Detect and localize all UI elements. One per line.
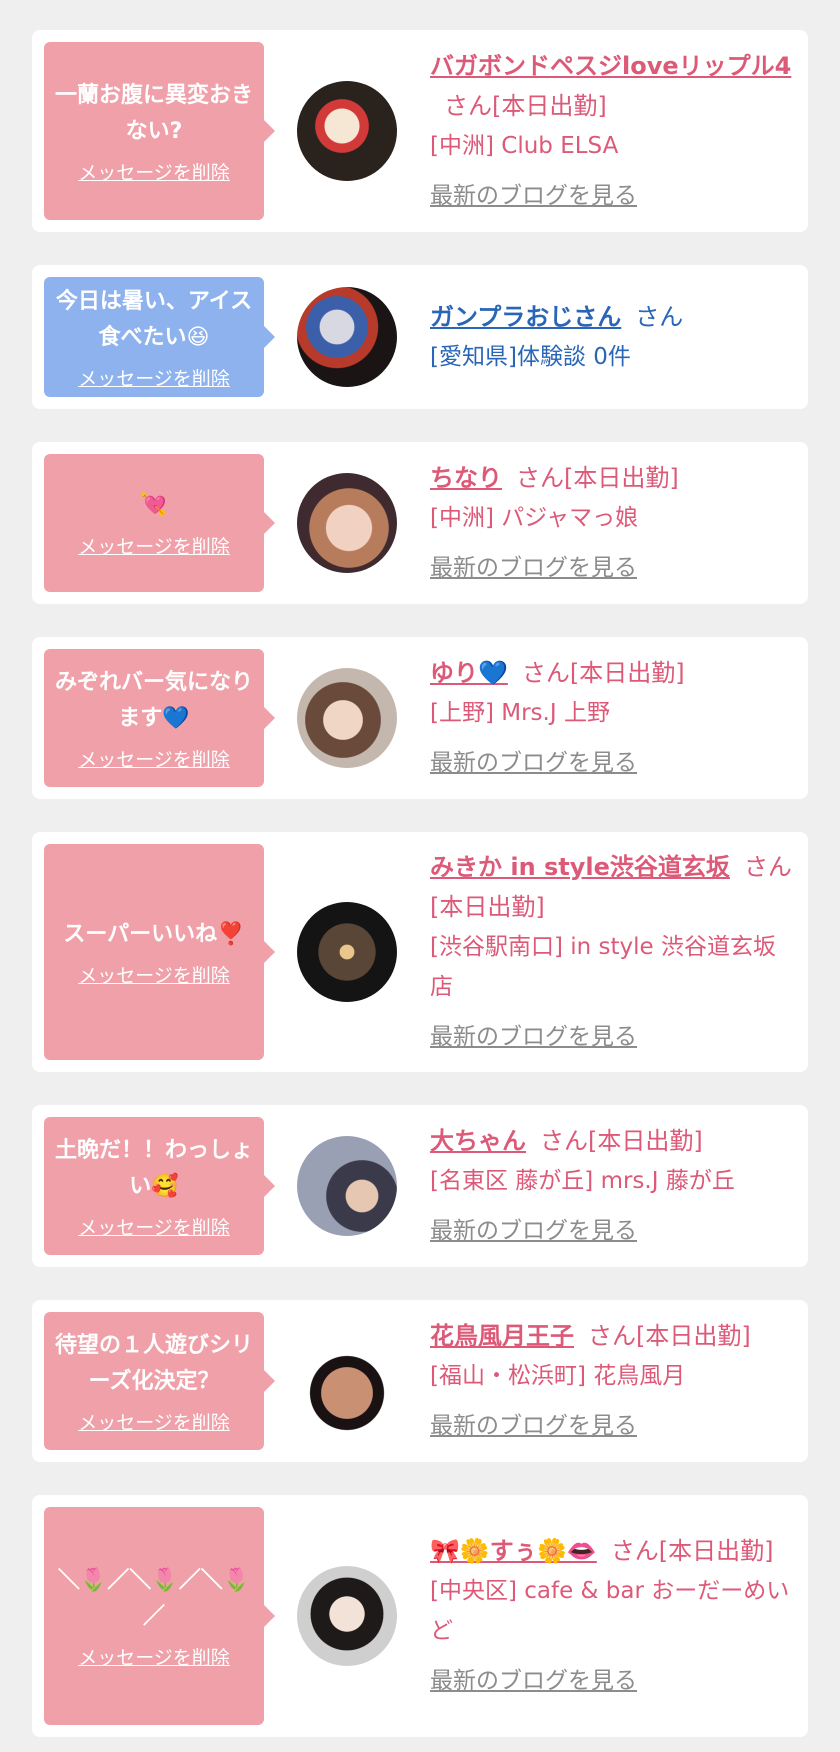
shop-name: [中央区] cafe & bar おーだーめいど: [430, 1578, 790, 1644]
message-text: みぞれバー気になります💙: [54, 669, 253, 731]
avatar[interactable]: [297, 1331, 397, 1431]
profile-name-link[interactable]: 大ちゃん: [430, 1127, 526, 1155]
latest-blog-link[interactable]: 最新のブログを見る: [430, 1406, 637, 1446]
list-item: 土晩だ！！わっしょい🥰 メッセージを削除 大ちゃん さん[本日出勤] [名東区 藤…: [32, 1105, 808, 1267]
shop-name: [上野] Mrs.J 上野: [430, 700, 610, 726]
profile-info: 🎀🌼すぅ🌼👄 さん[本日出勤] [中央区] cafe & bar おーだーめいど …: [430, 1531, 796, 1701]
message-bubble: みぞれバー気になります💙 メッセージを削除: [44, 649, 275, 787]
latest-blog-link[interactable]: 最新のブログを見る: [430, 1017, 637, 1057]
delete-message-link[interactable]: メッセージを削除: [78, 745, 230, 772]
message-bubble: 今日は暑い、アイス食べたい😆 メッセージを削除: [44, 277, 275, 397]
avatar[interactable]: [297, 902, 397, 1002]
delete-message-link[interactable]: メッセージを削除: [78, 532, 230, 559]
latest-blog-link[interactable]: 最新のブログを見る: [430, 548, 637, 588]
shop-name: [名東区 藤が丘] mrs.J 藤が丘: [430, 1168, 735, 1194]
avatar[interactable]: [297, 1566, 397, 1666]
list-item: 待望の１人遊びシリーズ化決定？ メッセージを削除 花鳥風月王子 さん[本日出勤] …: [32, 1300, 808, 1462]
profile-name-link[interactable]: ちなり: [430, 464, 502, 492]
profile-name-link[interactable]: 🎀🌼すぅ🌼👄: [430, 1537, 597, 1565]
profile-info: ちなり さん[本日出勤] [中洲] パジャマっ娘 最新のブログを見る: [430, 458, 796, 588]
list-item: みぞれバー気になります💙 メッセージを削除 ゆり💙 さん[本日出勤] [上野] M…: [32, 637, 808, 799]
list-item: 今日は暑い、アイス食べたい😆 メッセージを削除 ガンプラおじさん さん [愛知県]…: [32, 265, 808, 409]
profile-suffix: さん[本日出勤]: [610, 1537, 774, 1565]
message-text: 一蘭お腹に異変おきない?: [54, 82, 253, 144]
profile-name-link[interactable]: バガボンドペスジloveリップル4: [430, 52, 791, 80]
delete-message-link[interactable]: メッセージを削除: [78, 158, 230, 185]
list-item: 一蘭お腹に異変おきない? メッセージを削除 バガボンドペスジloveリップル4 さ…: [32, 30, 808, 232]
profile-suffix: さん[本日出勤]: [540, 1127, 703, 1155]
profile-info: みきか in style渋谷道玄坂 さん[本日出勤] [渋谷駅南口] in sty…: [430, 847, 796, 1057]
message-text: 土晩だ！！わっしょい🥰: [54, 1137, 253, 1199]
message-bubble: ＼🌷／＼🌷／＼🌷／ メッセージを削除: [44, 1507, 275, 1725]
delete-message-link[interactable]: メッセージを削除: [78, 961, 230, 988]
profile-suffix: さん[本日出勤]: [516, 464, 679, 492]
profile-name-link[interactable]: ゆり💙: [430, 659, 508, 687]
avatar[interactable]: [297, 668, 397, 768]
message-bubble: 土晩だ！！わっしょい🥰 メッセージを削除: [44, 1117, 275, 1255]
latest-blog-link[interactable]: 最新のブログを見る: [430, 176, 637, 216]
message-list: 一蘭お腹に異変おきない? メッセージを削除 バガボンドペスジloveリップル4 さ…: [0, 0, 840, 1737]
shop-name: [福山・松浜町] 花鳥風月: [430, 1363, 686, 1389]
profile-name-link[interactable]: ガンプラおじさん: [430, 303, 621, 331]
message-bubble: 💘 メッセージを削除: [44, 454, 275, 592]
avatar[interactable]: [297, 287, 397, 387]
delete-message-link[interactable]: メッセージを削除: [78, 1408, 230, 1435]
shop-name: [中洲] パジャマっ娘: [430, 505, 639, 531]
delete-message-link[interactable]: メッセージを削除: [78, 364, 230, 391]
profile-info: 大ちゃん さん[本日出勤] [名東区 藤が丘] mrs.J 藤が丘 最新のブログを…: [430, 1121, 796, 1251]
profile-suffix: さん[本日出勤]: [588, 1322, 751, 1350]
message-bubble: 待望の１人遊びシリーズ化決定？ メッセージを削除: [44, 1312, 275, 1450]
profile-info: 花鳥風月王子 さん[本日出勤] [福山・松浜町] 花鳥風月 最新のブログを見る: [430, 1316, 796, 1446]
shop-name: [渋谷駅南口] in style 渋谷道玄坂店: [430, 934, 776, 1000]
profile-suffix: さん: [635, 303, 684, 331]
shop-name: [中洲] Club ELSA: [430, 133, 619, 159]
experience-count: [愛知県]体験談 0件: [430, 344, 631, 370]
profile-name-link[interactable]: 花鳥風月王子: [430, 1322, 574, 1350]
message-bubble: スーパーいいね❣️ メッセージを削除: [44, 844, 275, 1060]
avatar[interactable]: [297, 1136, 397, 1236]
profile-info: ガンプラおじさん さん [愛知県]体験談 0件: [430, 297, 796, 377]
message-text: ＼🌷／＼🌷／＼🌷／: [57, 1567, 251, 1629]
avatar[interactable]: [297, 81, 397, 181]
latest-blog-link[interactable]: 最新のブログを見る: [430, 1661, 637, 1701]
message-text: 💘: [140, 492, 168, 518]
profile-name-link[interactable]: みきか in style渋谷道玄坂: [430, 853, 730, 881]
delete-message-link[interactable]: メッセージを削除: [78, 1213, 230, 1240]
avatar[interactable]: [297, 473, 397, 573]
latest-blog-link[interactable]: 最新のブログを見る: [430, 743, 637, 783]
list-item: ＼🌷／＼🌷／＼🌷／ メッセージを削除 🎀🌼すぅ🌼👄 さん[本日出勤] [中央区] …: [32, 1495, 808, 1737]
message-text: 今日は暑い、アイス食べたい😆: [55, 288, 253, 350]
list-item: スーパーいいね❣️ メッセージを削除 みきか in style渋谷道玄坂 さん[本…: [32, 832, 808, 1072]
list-item: 💘 メッセージを削除 ちなり さん[本日出勤] [中洲] パジャマっ娘 最新のブロ…: [32, 442, 808, 604]
message-text: 待望の１人遊びシリーズ化決定？: [54, 1332, 253, 1394]
profile-info: ゆり💙 さん[本日出勤] [上野] Mrs.J 上野 最新のブログを見る: [430, 653, 796, 783]
profile-suffix: さん[本日出勤]: [521, 659, 685, 687]
message-text: スーパーいいね❣️: [63, 921, 245, 947]
delete-message-link[interactable]: メッセージを削除: [78, 1643, 230, 1670]
profile-info: バガボンドペスジloveリップル4 さん[本日出勤] [中洲] Club ELSA…: [430, 46, 796, 216]
profile-suffix: さん[本日出勤]: [444, 92, 607, 120]
message-bubble: 一蘭お腹に異変おきない? メッセージを削除: [44, 42, 275, 220]
latest-blog-link[interactable]: 最新のブログを見る: [430, 1211, 637, 1251]
